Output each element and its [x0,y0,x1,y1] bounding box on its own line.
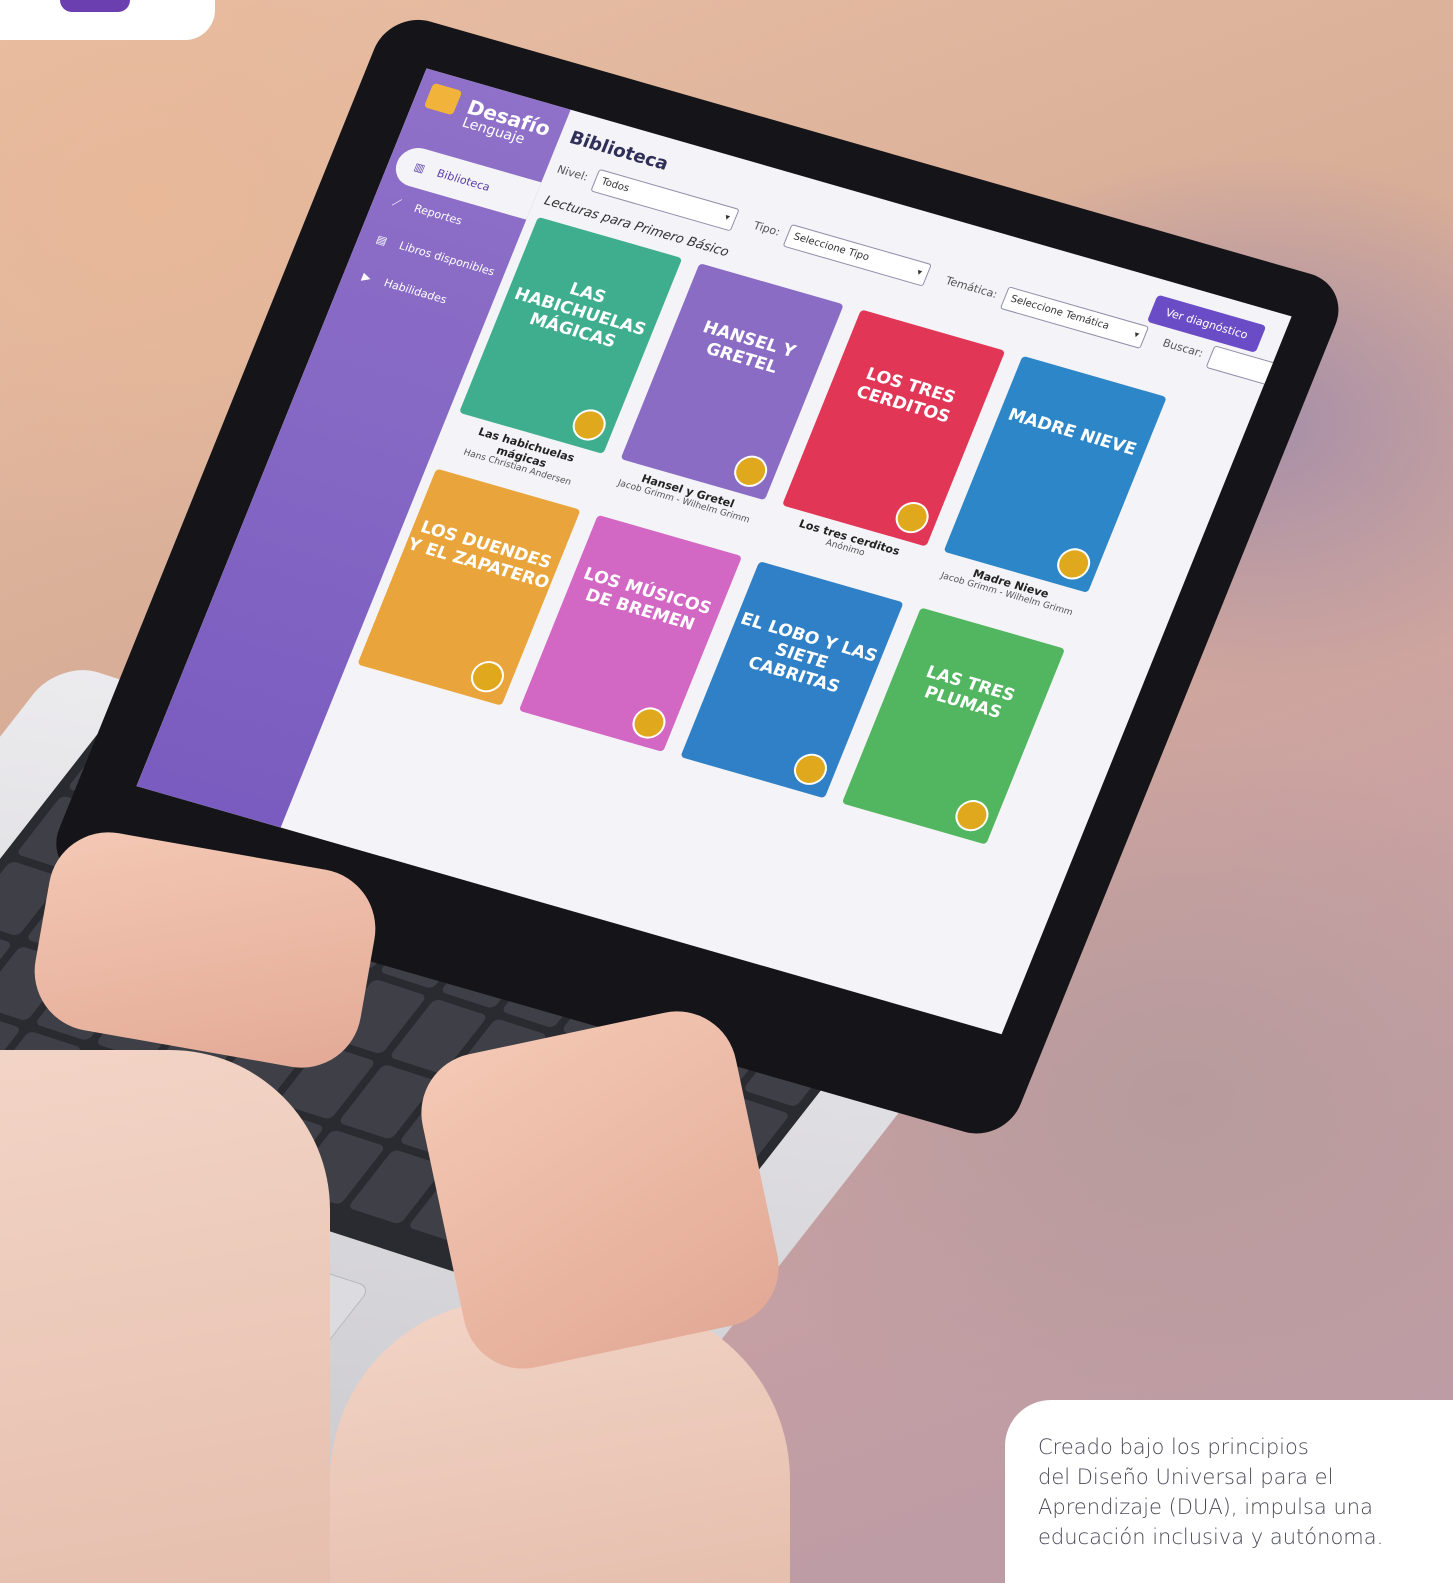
tipo-label: Tipo: [751,219,783,239]
chart-icon: ⟋ [390,195,403,210]
award-badge-icon [789,749,832,789]
nivel-value: Todos [599,176,631,195]
caption-text: Creado bajo los principios del Diseño Un… [1038,1435,1384,1549]
award-badge-icon [950,796,994,835]
book-cover-title: LOS TRES CERDITOS [853,364,959,428]
book-cover-title: LAS HABICHUELAS MÁGICAS [511,279,649,353]
tipo-value: Seleccione Tipo [791,231,871,264]
nivel-label: Nivel: [555,162,591,184]
award-badge-icon [466,657,509,697]
sidebar-item-label: Habilidades [382,276,449,307]
book-logo-icon [423,82,463,116]
laptop: Desafío Lenguaje ▥ Biblioteca ⟋ Reportes [0,0,1453,1583]
library-icon: ▤ [374,232,390,248]
book-cover-title: HANSEL Y GRETEL [699,317,799,378]
award-badge-icon [1052,544,1096,584]
sidebar-item-label: Reportes [412,201,465,228]
left-sleeve [0,1050,330,1583]
book-cover-title: LAS TRES PLUMAS [921,662,1018,723]
award-badge-icon [567,405,611,445]
chevron-down-icon: ▾ [915,267,924,279]
book-cover-title: LOS DUENDES Y EL ZAPATERO [404,517,555,594]
buscar-label: Buscar: [1160,336,1206,360]
books-icon: ▥ [412,160,428,176]
book-cover-title: LOS MÚSICOS DE BREMEN [580,564,715,635]
award-badge-icon [729,451,773,491]
award-badge-icon [890,498,934,537]
award-badge-icon [627,703,671,743]
book-cover-title: MADRE NIEVE [1004,404,1140,460]
chevron-down-icon: ▾ [722,212,732,224]
right-hand [410,1000,790,1380]
video-icon: ▶ [360,270,374,285]
chevron-down-icon: ▾ [1132,330,1141,341]
laptop-photo: Desafío Lenguaje ▥ Biblioteca ⟋ Reportes [0,0,1453,1583]
tematica-label: Temática: [943,274,1000,301]
tematica-value: Seleccione Temática [1008,293,1111,332]
sidebar-item-label: Biblioteca [434,166,493,194]
book-cover-title: EL LOBO Y LAS SIETE CABRITAS [737,609,881,698]
app-logo: Desafío Lenguaje [419,82,554,153]
brand-logo-fragment [60,0,130,12]
